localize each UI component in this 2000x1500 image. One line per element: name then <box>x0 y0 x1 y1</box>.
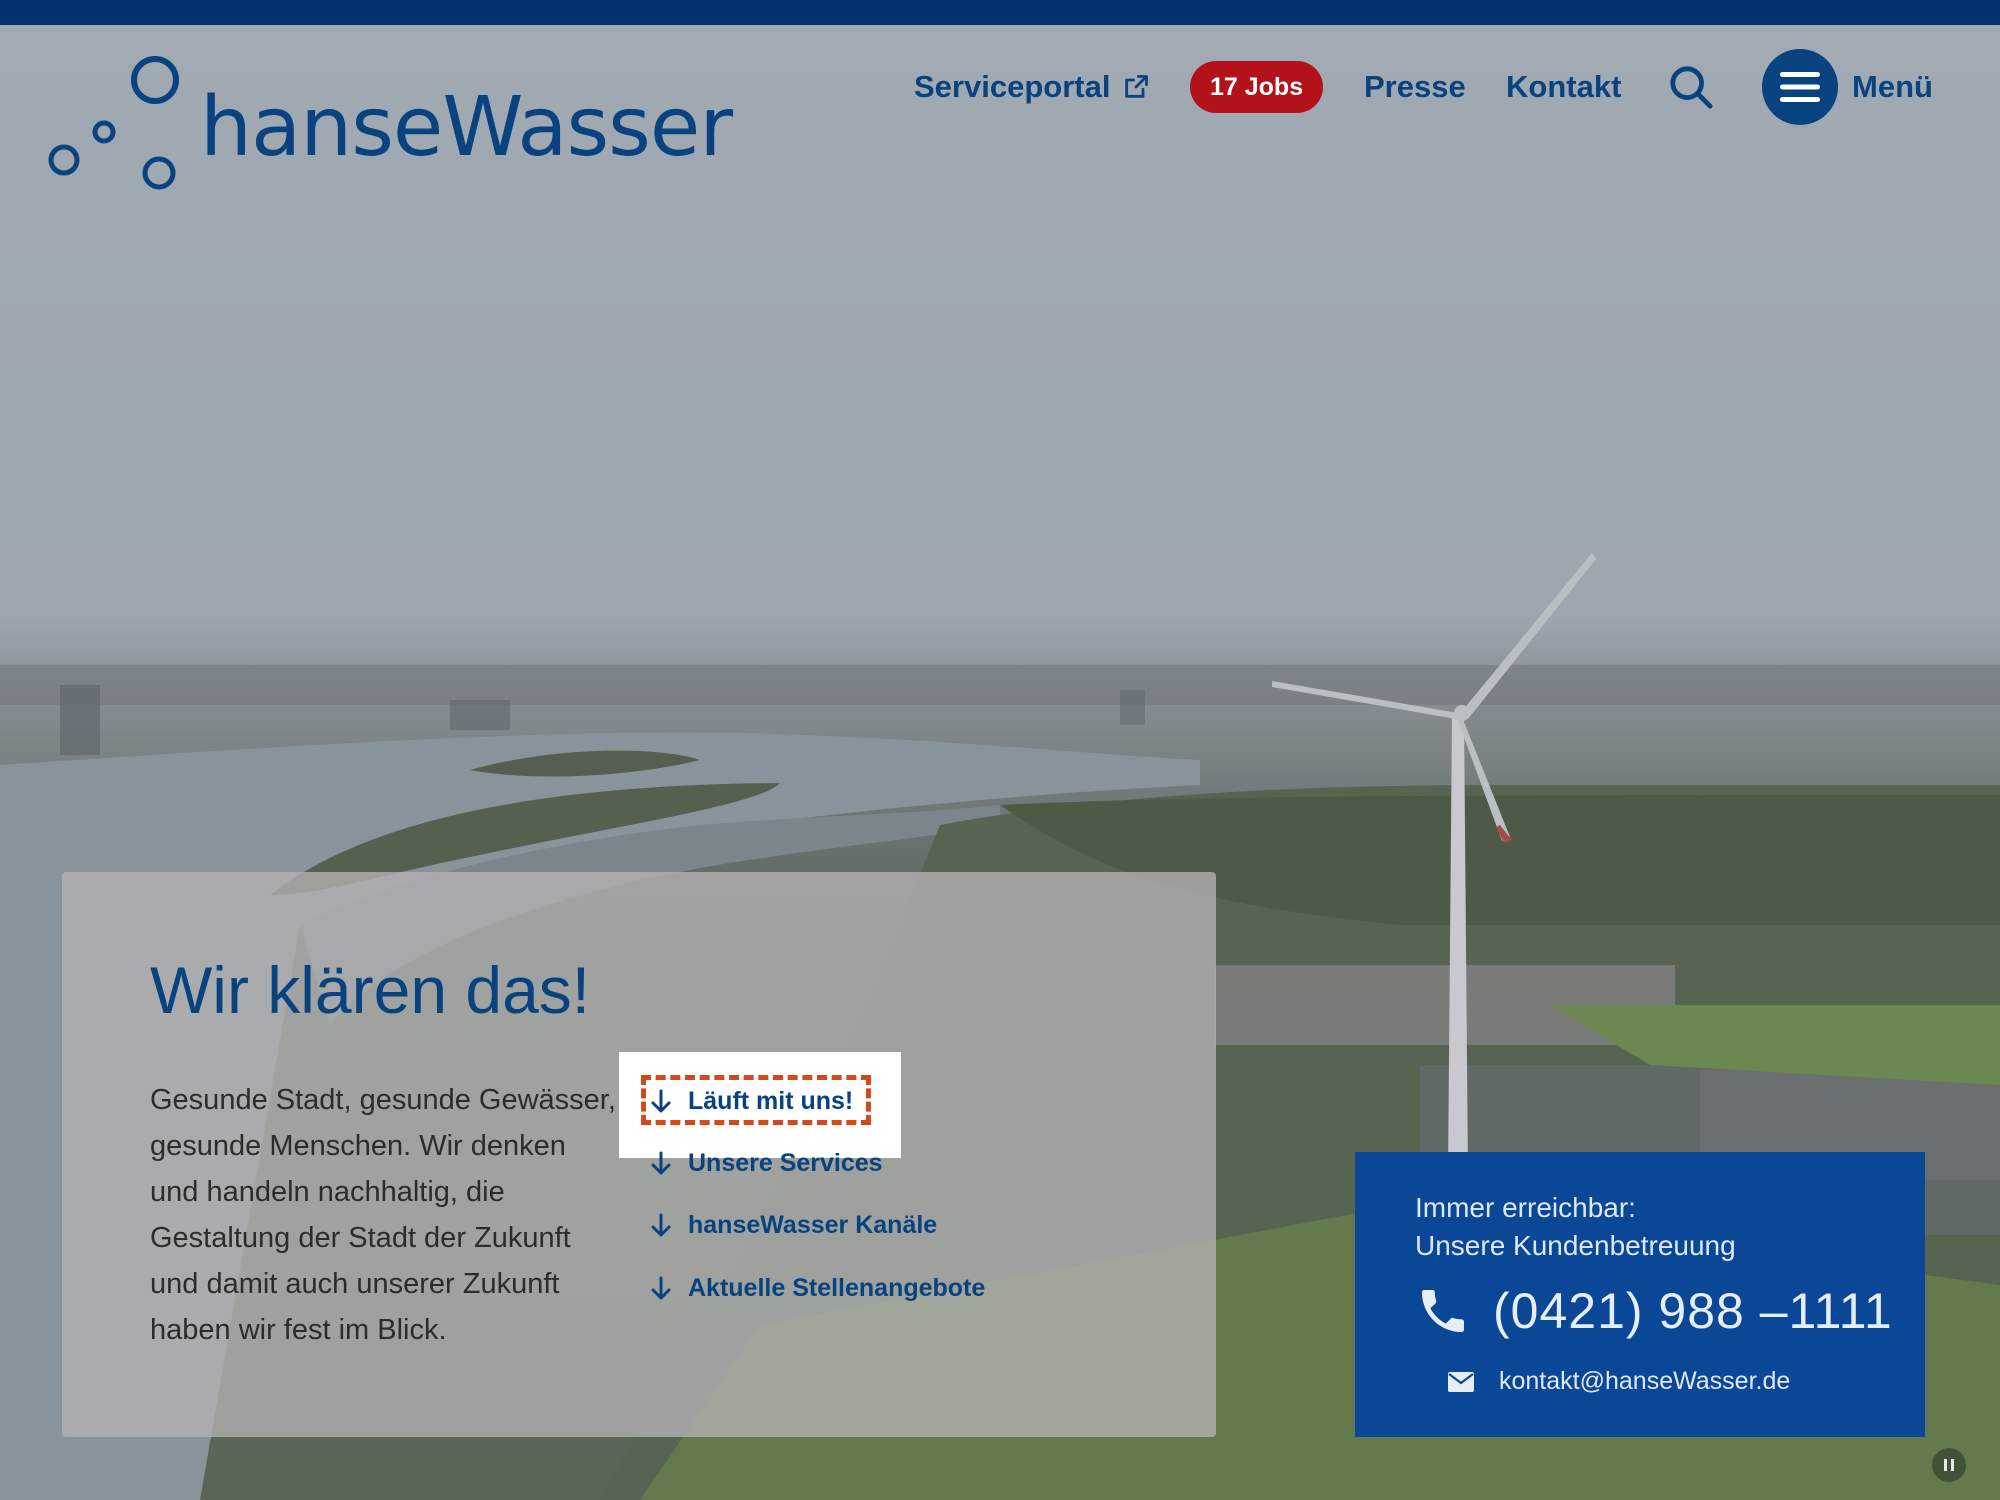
phone-link[interactable]: (0421) 988 –1111 <box>1415 1282 1893 1340</box>
menu-label: Menü <box>1852 69 1933 104</box>
arrow-down-icon <box>651 1151 671 1174</box>
hero-description: Gesunde Stadt, gesunde Gewässer, gesunde… <box>150 1084 616 1346</box>
search-icon <box>1670 66 1713 109</box>
hero-content-card: Wir klären das! Gesunde Stadt, gesunde G… <box>62 872 1216 1437</box>
email-link[interactable]: kontakt@hanseWasser.de <box>1447 1367 1790 1396</box>
arrow-down-icon <box>651 1089 671 1112</box>
customer-service-box: Immer erreichbar: Unsere Kundenbetreuung… <box>1355 1152 1925 1437</box>
nav-kontakt[interactable]: Kontakt <box>1506 57 1621 117</box>
link-label: Aktuelle Stellenangebote <box>688 1274 986 1302</box>
page-title: Wir klären das! <box>150 953 591 1027</box>
contact-label-line2: Unsere Kundenbetreuung <box>1415 1230 1736 1261</box>
anchor-link-aktuelle-stellenangebote[interactable]: Aktuelle Stellenangebote <box>650 1274 985 1303</box>
jobs-badge: 17 Jobs <box>1190 61 1324 113</box>
search-button[interactable] <box>1668 57 1714 117</box>
top-bar <box>0 0 2000 25</box>
link-label: hanseWasser Kanäle <box>688 1211 938 1239</box>
pause-icon <box>1944 1459 1954 1471</box>
kontakt-label: Kontakt <box>1506 69 1622 104</box>
logo-wordmark: hanseWasser <box>200 80 733 175</box>
menu-button[interactable]: Menü <box>1762 49 1933 125</box>
serviceportal-label: Serviceportal <box>914 69 1111 104</box>
menu-circle <box>1762 49 1838 125</box>
link-label: Läuft mit uns! <box>688 1087 854 1115</box>
link-label: Unsere Services <box>688 1149 883 1177</box>
arrow-down-icon <box>651 1276 671 1299</box>
video-pause-button[interactable] <box>1932 1448 1966 1482</box>
phone-number: (0421) 988 –1111 <box>1493 1283 1893 1339</box>
arrow-down-icon <box>651 1213 671 1236</box>
phone-icon <box>1422 1290 1464 1332</box>
anchor-link-hansewasser-kanaele[interactable]: hanseWasser Kanäle <box>650 1211 937 1240</box>
contact-label-line1: Immer erreichbar: <box>1415 1192 1636 1223</box>
mail-icon <box>1448 1371 1474 1392</box>
hamburger-menu-icon <box>1780 72 1820 102</box>
nav-serviceportal[interactable]: Serviceportal <box>914 57 1150 117</box>
external-link-icon <box>1125 75 1149 98</box>
anchor-link-unsere-services[interactable]: Unsere Services <box>650 1149 883 1178</box>
email-address: kontakt@hanseWasser.de <box>1499 1367 1791 1395</box>
presse-label: Presse <box>1364 69 1466 104</box>
anchor-link-laeuft-mit-uns[interactable]: Läuft mit uns! <box>650 1087 853 1116</box>
nav-presse[interactable]: Presse <box>1364 57 1466 117</box>
hansewasser-logo[interactable]: hanseWasser <box>45 50 733 200</box>
jobs-badge-link[interactable]: 17 Jobs <box>1190 57 1324 117</box>
bubbles-logo-mark <box>48 56 179 190</box>
